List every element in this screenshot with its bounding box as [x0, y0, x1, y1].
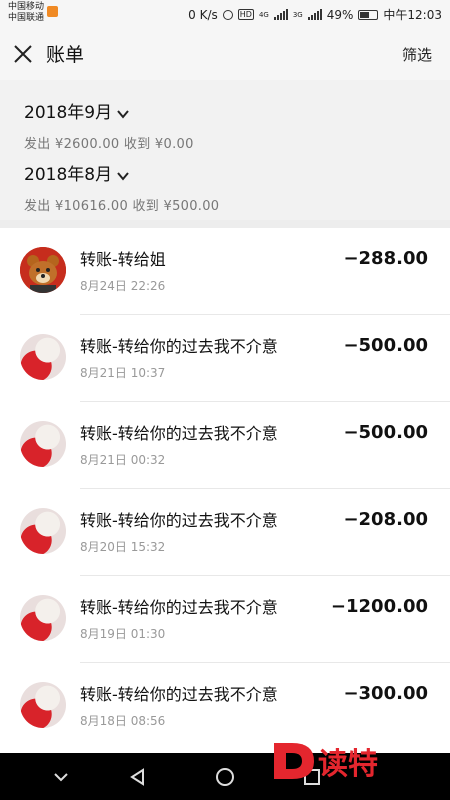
transaction-time: 8月21日 00:32	[80, 453, 166, 467]
transaction-amount: −208.00	[343, 509, 428, 530]
network-type-1: 4G	[258, 10, 269, 19]
month-label[interactable]: 2018年9月	[24, 98, 112, 123]
transaction-title: 转账-转给你的过去我不介意	[80, 511, 278, 530]
network-type-2: 3G	[292, 10, 303, 19]
back-icon[interactable]	[127, 766, 149, 788]
notification-icon	[47, 6, 58, 17]
home-icon[interactable]	[214, 766, 236, 788]
watermark-text: 读特	[318, 747, 378, 782]
transaction-title: 转账-转给姐	[80, 250, 166, 269]
photo-avatar	[20, 682, 66, 728]
chevron-down-icon[interactable]	[116, 107, 130, 121]
transaction-title: 转账-转给你的过去我不介意	[80, 337, 278, 356]
transaction-row[interactable]: 转账-转给你的过去我不介意 8月20日 15:32 −208.00	[0, 489, 450, 576]
hd-icon: HD	[237, 9, 254, 20]
filter-button[interactable]: 筛选	[402, 44, 432, 65]
transaction-row[interactable]: 转账-转给你的过去我不介意 8月21日 10:37 −500.00	[0, 315, 450, 402]
month-stats: 发出 ¥2600.00 收到 ¥0.00	[24, 137, 194, 152]
watermark-d-icon	[274, 743, 314, 779]
chevron-down-icon[interactable]	[116, 169, 130, 183]
carrier-labels: 中国移动 中国联通	[8, 2, 44, 24]
status-indicators: 0 K/s HD 4G 3G 49% 中午12:03	[188, 6, 442, 23]
bear-avatar	[20, 247, 66, 293]
hide-icon[interactable]	[50, 766, 72, 788]
photo-avatar	[20, 334, 66, 380]
transaction-row[interactable]: 转账-转给你的过去我不介意 8月19日 01:30 −1200.00	[0, 576, 450, 663]
transaction-title: 转账-转给你的过去我不介意	[80, 424, 278, 443]
transaction-row[interactable]: 转账-转给姐 8月24日 22:26 −288.00	[0, 228, 450, 315]
transaction-row[interactable]: 转账-转给你的过去我不介意 8月21日 00:32 −500.00	[0, 402, 450, 489]
transaction-amount: −300.00	[343, 683, 428, 704]
month-block-sep[interactable]: 2018年9月 发出 ¥2600.00 收到 ¥0.00	[24, 98, 194, 152]
title-bar: 账单 筛选	[0, 28, 450, 80]
month-stats: 发出 ¥10616.00 收到 ¥500.00	[24, 199, 220, 214]
status-bar: 中国移动 中国联通 0 K/s HD 4G 3G 49% 中午12:03	[0, 0, 450, 28]
photo-avatar	[20, 508, 66, 554]
signal-icon	[307, 9, 322, 20]
transaction-amount: −500.00	[343, 422, 428, 443]
network-speed: 0 K/s	[188, 7, 218, 22]
month-label[interactable]: 2018年8月	[24, 160, 112, 185]
alarm-icon	[222, 9, 233, 20]
signal-icon	[273, 9, 288, 20]
battery-icon	[358, 9, 379, 20]
transaction-time: 8月18日 08:56	[80, 714, 166, 728]
transaction-title: 转账-转给你的过去我不介意	[80, 598, 278, 617]
transaction-time: 8月20日 15:32	[80, 540, 166, 554]
transaction-time: 8月24日 22:26	[80, 279, 166, 293]
clock: 中午12:03	[383, 8, 442, 22]
transaction-list: 转账-转给姐 8月24日 22:26 −288.00 转账-转给你的过去我不介意…	[0, 228, 450, 753]
month-block-aug[interactable]: 2018年8月 发出 ¥10616.00 收到 ¥500.00	[24, 160, 219, 214]
bear-avatar-image	[20, 247, 66, 293]
close-icon[interactable]	[12, 43, 34, 65]
transaction-time: 8月19日 01:30	[80, 627, 166, 641]
transaction-time: 8月21日 10:37	[80, 366, 166, 380]
carrier-1: 中国移动	[8, 2, 45, 12]
photo-avatar	[20, 421, 66, 467]
month-summary: 2018年9月 发出 ¥2600.00 收到 ¥0.00 2018年8月 发出 …	[0, 80, 450, 220]
transaction-amount: −1200.00	[330, 596, 428, 617]
watermark-logo: 读特	[270, 737, 410, 787]
battery-percent: 49%	[326, 7, 354, 22]
carrier-2: 中国联通	[8, 13, 45, 23]
transaction-amount: −288.00	[343, 248, 428, 269]
transaction-amount: −500.00	[343, 335, 428, 356]
transaction-title: 转账-转给你的过去我不介意	[80, 685, 278, 704]
photo-avatar	[20, 595, 66, 641]
page-title: 账单	[46, 44, 85, 66]
